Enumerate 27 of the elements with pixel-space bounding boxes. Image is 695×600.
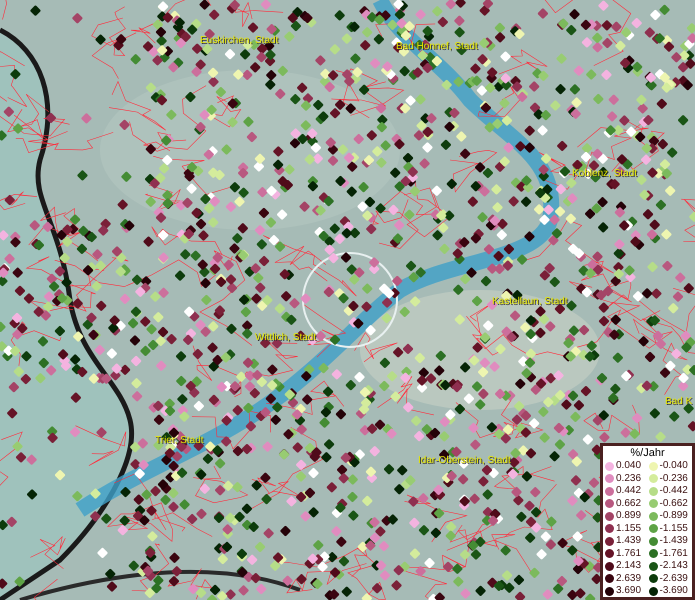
legend-value: 1.155 [616,524,642,534]
city-label: Kastellaun, Stadt [492,297,568,307]
legend-value: 1.761 [616,548,642,559]
legend-value: -2.143 [660,561,688,572]
legend-value: -3.690 [660,586,688,596]
legend-value: 0.899 [616,511,642,522]
legend-value: -1.439 [660,536,688,546]
legend-value: -0.040 [660,461,688,472]
legend-value: 0.040 [616,461,642,472]
legend-value: 0.662 [616,498,642,509]
legend-value: -0.236 [660,474,688,484]
legend-value: -0.662 [660,498,688,509]
legend-value: 3.690 [616,586,642,596]
legend-value: -1.155 [660,524,688,534]
legend-value: -0.442 [660,486,688,496]
legend-value: -0.899 [660,511,688,522]
city-label: Bad K [665,397,692,407]
legend-value: 0.442 [616,486,642,496]
legend-value: 1.439 [616,536,642,546]
legend-title: %/Jahr [630,447,665,460]
legend-value: -2.639 [660,574,688,584]
legend-value: -1.761 [660,548,688,559]
city-label: Idar-Oberstein, Stadt [418,456,511,466]
legend-value: 0.236 [616,474,642,484]
city-label: Euskirchen, Stadt [200,36,278,46]
legend-value: 2.143 [616,561,642,572]
legend-value: 2.639 [616,574,642,584]
